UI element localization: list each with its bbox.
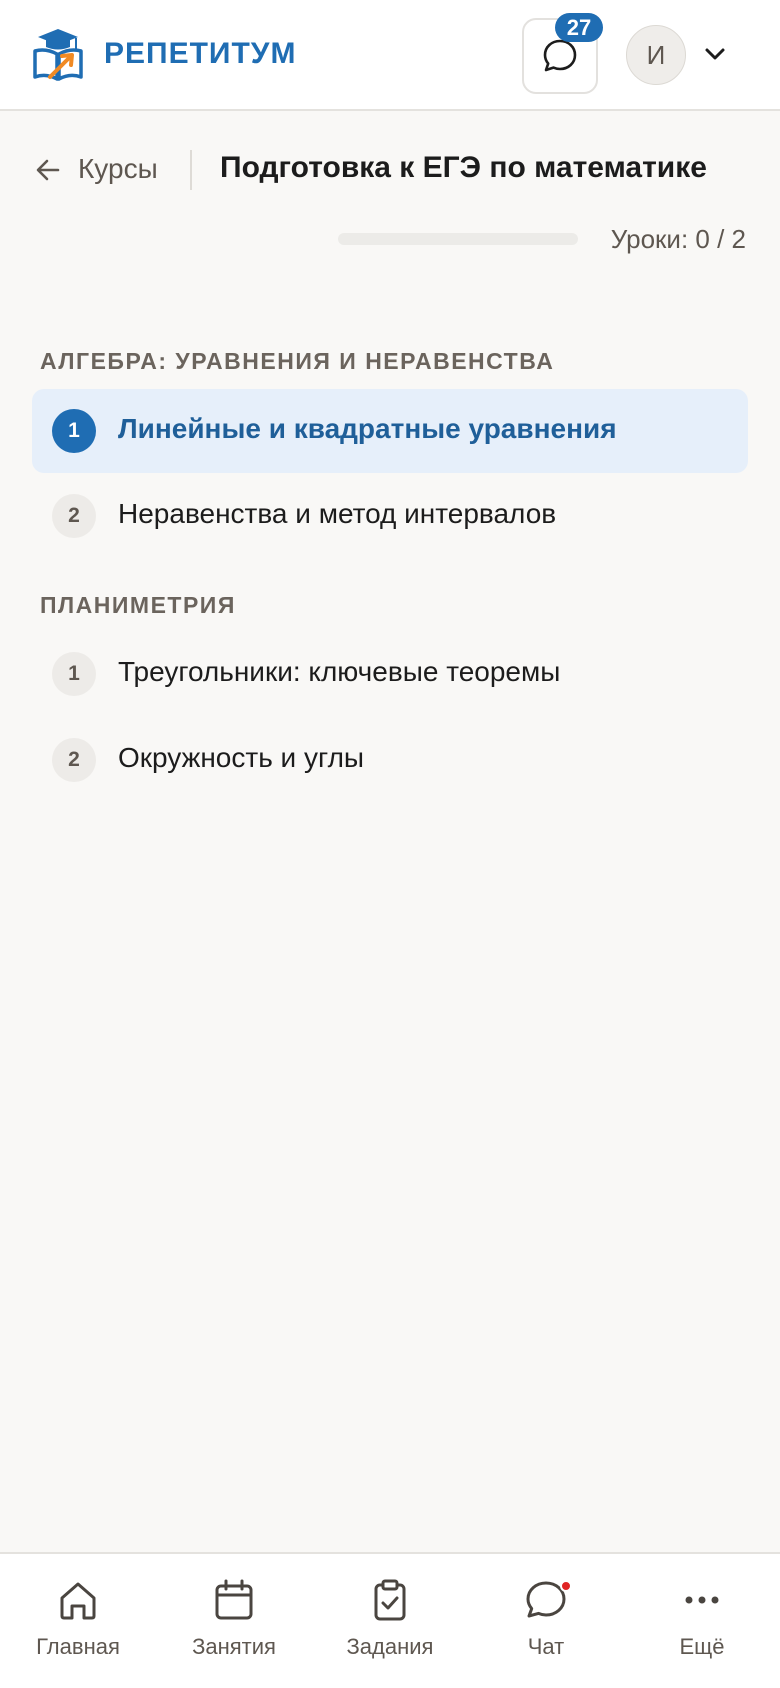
lesson-number: 1 <box>52 409 96 453</box>
lesson-number: 2 <box>52 738 96 782</box>
lesson-item[interactable]: 2 Неравенства и метод интервалов <box>32 474 748 558</box>
unread-dot <box>560 1580 572 1592</box>
chat-icon <box>543 39 577 72</box>
section-title: АЛГЕБРА: УРАВНЕНИЯ И НЕРАВЕНСТВА <box>40 348 555 374</box>
arrow-left-icon[interactable] <box>34 156 62 184</box>
lesson-title: Треугольники: ключевые теоремы <box>118 656 561 687</box>
lesson-item[interactable]: 1 Треугольники: ключевые теоремы <box>32 632 748 716</box>
chevron-down-icon[interactable] <box>703 44 727 64</box>
nav-item-tasks[interactable]: Задания <box>312 1554 468 1688</box>
progress-bar <box>338 233 578 245</box>
brand-name[interactable]: РЕПЕТИТУМ <box>104 37 296 71</box>
nav-item-home[interactable]: Главная <box>0 1554 156 1688</box>
progress-text: Уроки: 0 / 2 <box>610 224 746 254</box>
nav-label: Главная <box>36 1634 120 1659</box>
breadcrumb-divider <box>190 150 192 190</box>
unread-count-badge: 27 <box>555 13 603 42</box>
back-to-courses-link[interactable]: Курсы <box>78 153 158 185</box>
lesson-title: Неравенства и метод интервалов <box>118 498 557 529</box>
bottom-nav: Главная Занятия Задания Чат Ещё <box>0 1552 780 1688</box>
nav-item-chat[interactable]: Чат <box>468 1554 624 1688</box>
avatar[interactable]: И <box>626 25 686 85</box>
section-title: ПЛАНИМЕТРИЯ <box>40 592 236 618</box>
nav-label: Ещё <box>679 1634 725 1659</box>
lesson-title: Линейные и квадратные уравнения <box>118 413 617 444</box>
calendar-icon <box>215 1579 253 1620</box>
clipboard-check-icon <box>374 1579 406 1621</box>
lesson-number: 2 <box>52 494 96 538</box>
lesson-item[interactable]: 1 Линейные и квадратные уравнения <box>32 389 748 473</box>
nav-item-more[interactable]: Ещё <box>624 1554 780 1688</box>
nav-item-lessons[interactable]: Занятия <box>156 1554 312 1688</box>
nav-label: Занятия <box>192 1634 276 1659</box>
more-icon <box>685 1596 719 1604</box>
logo-icon[interactable] <box>32 27 84 83</box>
lesson-number: 1 <box>52 652 96 696</box>
nav-label: Задания <box>346 1634 434 1659</box>
lesson-title: Окружность и углы <box>118 742 365 773</box>
page-title: Подготовка к ЕГЭ по математике <box>220 151 707 184</box>
app-header: РЕПЕТИТУМ 27 И <box>0 0 780 111</box>
home-icon <box>60 1582 96 1620</box>
nav-label: Чат <box>527 1634 565 1659</box>
lesson-item[interactable]: 2 Окружность и углы <box>32 718 748 802</box>
